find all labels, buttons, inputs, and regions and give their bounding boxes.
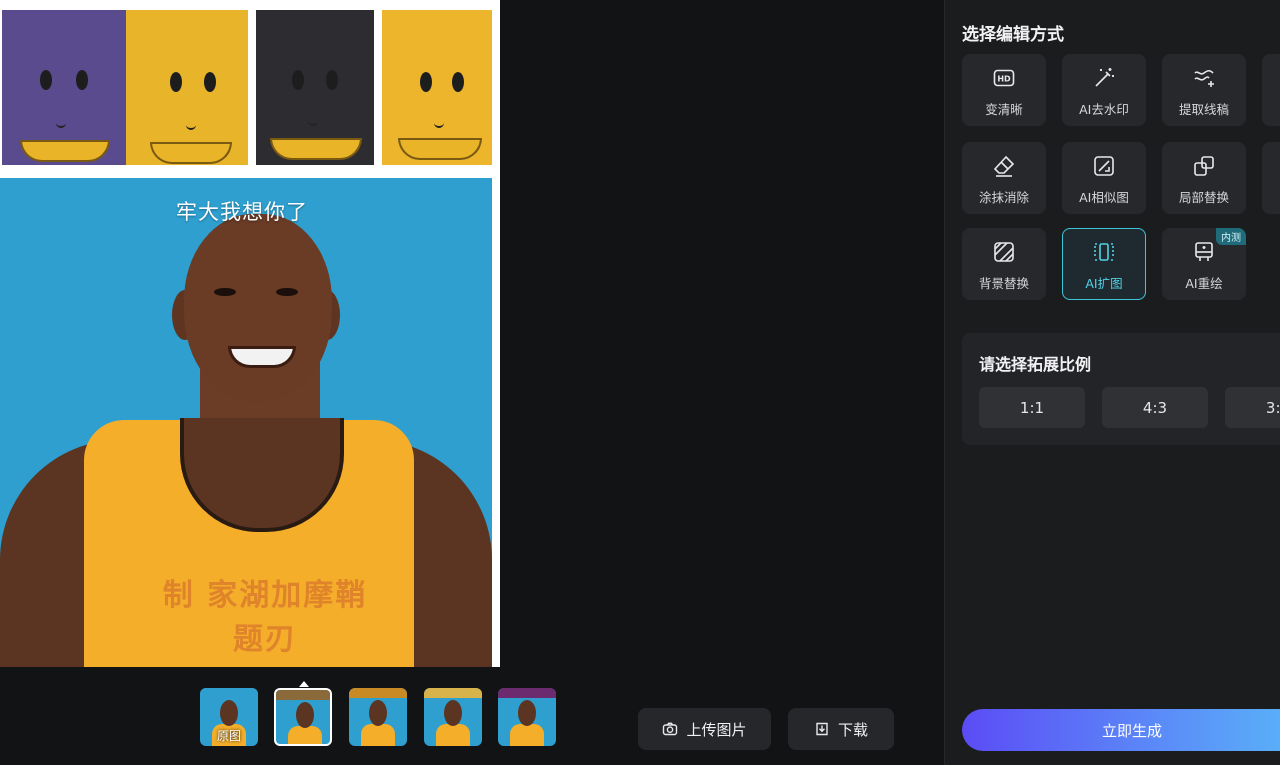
line-art-icon bbox=[1194, 69, 1214, 87]
hd-icon: HD bbox=[993, 69, 1015, 87]
panel-title: 选择编辑方式 bbox=[962, 25, 1064, 45]
ratio-1-1-button[interactable]: 1:1 bbox=[979, 387, 1085, 428]
ratio-title: 请选择拓展比例 bbox=[979, 355, 1092, 374]
thumbnail-original[interactable]: 原图 bbox=[200, 688, 258, 746]
tool-line-art[interactable]: 提取线稿 bbox=[1162, 54, 1246, 126]
ratio-selector: 请选择拓展比例 1:1 4:3 3:4 bbox=[962, 333, 1280, 445]
similar-image-icon bbox=[1094, 156, 1114, 176]
redraw-icon bbox=[1195, 242, 1213, 261]
mascot-yellow bbox=[126, 10, 248, 165]
download-icon bbox=[816, 722, 828, 736]
camera-icon bbox=[663, 722, 678, 736]
jersey-text: 制 家湖加摩鞘 题刃 bbox=[162, 578, 368, 657]
eraser-icon bbox=[993, 155, 1015, 177]
thumbnail-result-3[interactable] bbox=[424, 688, 482, 746]
beta-badge: 内测 bbox=[1216, 228, 1246, 245]
magic-wand-icon bbox=[1095, 68, 1114, 87]
tool-redraw[interactable]: 内测 AI重绘 bbox=[1162, 228, 1246, 300]
mascot-purple bbox=[2, 10, 126, 165]
tool-partial-replace[interactable]: 局部替换 bbox=[1162, 142, 1246, 214]
ratio-4-3-button[interactable]: 4:3 bbox=[1102, 387, 1208, 428]
thumbnail-result-1[interactable] bbox=[274, 688, 332, 746]
image-caption: 牢大我想你了 bbox=[176, 200, 308, 224]
edit-panel: 选择编辑方式 HD 变清晰 AI去水印 提取线稿 涂抹消除 AI相似图 局部替换… bbox=[944, 0, 1280, 765]
thumbnail-result-4[interactable] bbox=[498, 688, 556, 746]
tool-remove-watermark[interactable]: AI去水印 bbox=[1062, 54, 1146, 126]
tool-background-replace[interactable]: 背景替换 bbox=[962, 228, 1046, 300]
tool-expand-image[interactable]: AI扩图 bbox=[1062, 228, 1146, 300]
tool-similar-image[interactable]: AI相似图 bbox=[1062, 142, 1146, 214]
image-preview[interactable]: 制 家湖加摩鞘 题刃 牢大我想你了 bbox=[0, 0, 500, 667]
partial-replace-icon bbox=[1194, 156, 1214, 176]
tool-enhance[interactable]: HD 变清晰 bbox=[962, 54, 1046, 126]
mascot-strip bbox=[0, 8, 500, 166]
download-label: 下载 bbox=[837, 720, 868, 739]
svg-text:HD: HD bbox=[997, 75, 1011, 84]
upload-image-button[interactable]: 上传图片 bbox=[638, 708, 771, 750]
expand-image-icon bbox=[1094, 243, 1114, 261]
tool-partial-hidden[interactable] bbox=[1262, 54, 1280, 126]
canvas-area: 制 家湖加摩鞘 题刃 牢大我想你了 bbox=[0, 0, 944, 667]
thumbnail-result-2[interactable] bbox=[349, 688, 407, 746]
mascot-black bbox=[256, 10, 374, 165]
thumbnail-label: 原图 bbox=[216, 729, 241, 743]
generate-button[interactable]: 立即生成 bbox=[962, 709, 1280, 751]
tool-erase[interactable]: 涂抹消除 bbox=[962, 142, 1046, 214]
selected-thumb-indicator bbox=[299, 681, 309, 687]
ratio-3-4-button[interactable]: 3:4 bbox=[1225, 387, 1280, 428]
mascot-yellow-2 bbox=[382, 10, 492, 165]
portrait-photo: 制 家湖加摩鞘 题刃 bbox=[0, 178, 492, 667]
upload-label: 上传图片 bbox=[686, 720, 747, 739]
tool-partial-hidden-2[interactable] bbox=[1262, 142, 1280, 214]
background-replace-icon bbox=[994, 242, 1014, 262]
download-button[interactable]: 下载 bbox=[788, 708, 894, 750]
